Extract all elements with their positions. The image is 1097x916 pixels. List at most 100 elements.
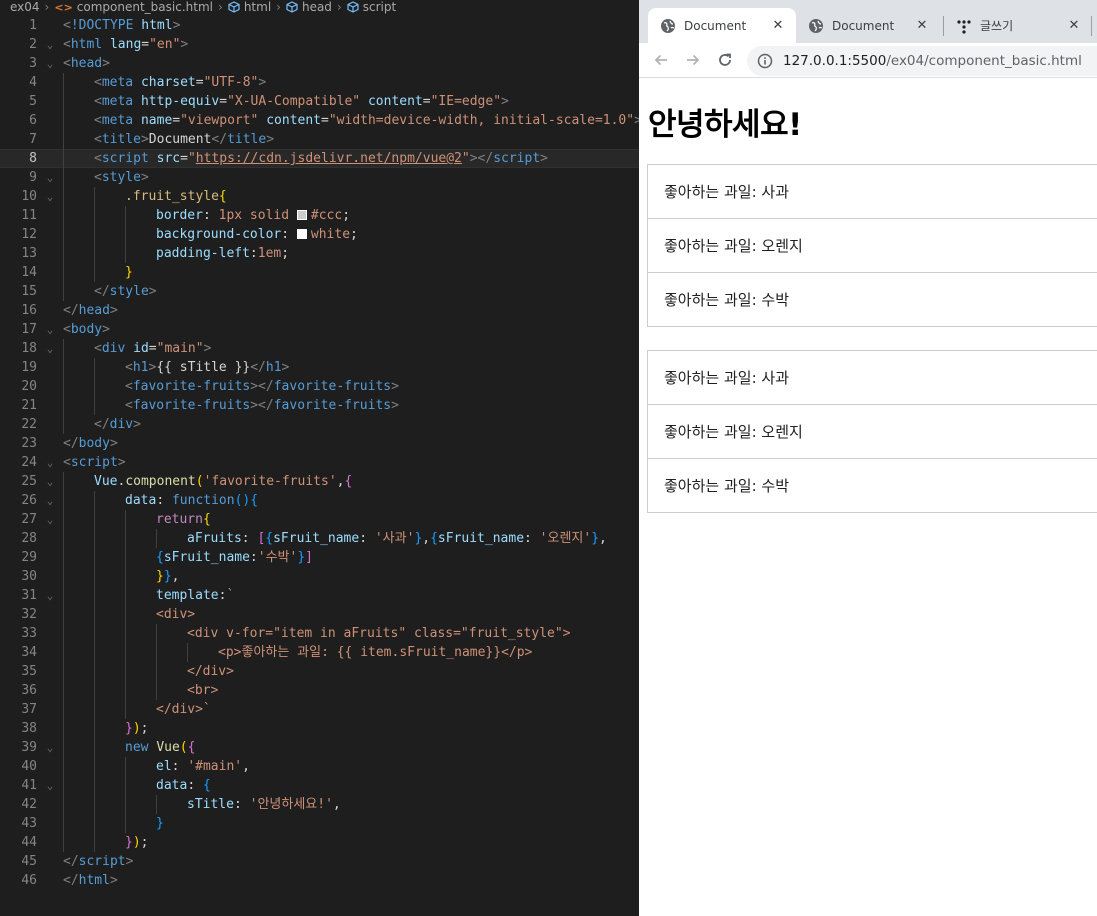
code-line[interactable]: 45 </script>: [0, 852, 639, 871]
color-swatch[interactable]: [296, 210, 307, 220]
code-line[interactable]: 12 background-color: white;: [0, 225, 639, 244]
info-icon[interactable]: [757, 53, 773, 69]
code-line[interactable]: 29 {sFruit_name:'수박'}]: [0, 548, 639, 567]
code-line[interactable]: 20 <favorite-fruits></favorite-fruits>: [0, 377, 639, 396]
code-line[interactable]: 39 ⌄ new Vue({: [0, 738, 639, 757]
line-number: 21: [21, 398, 37, 413]
color-swatch[interactable]: [296, 229, 307, 239]
code-line[interactable]: 46 </html>: [0, 871, 639, 890]
indent-guide: [94, 206, 95, 225]
code-line[interactable]: 14}: [0, 263, 639, 282]
fold-chevron-icon[interactable]: ⌄: [44, 472, 56, 491]
line-number: 44: [21, 835, 37, 850]
code-line[interactable]: 3 ⌄ <head>: [0, 54, 639, 73]
line-number: 24: [21, 455, 37, 470]
code-token: ,: [171, 569, 180, 584]
forward-button[interactable]: [677, 46, 709, 74]
code-line[interactable]: 25 ⌄ Vue.component('favorite-fruits',{: [0, 472, 639, 491]
fold-chevron-icon[interactable]: ⌄: [44, 491, 56, 510]
code-line[interactable]: 41 ⌄ data: {: [0, 776, 639, 795]
code-line[interactable]: 4 <meta charset="UTF-8">: [0, 73, 639, 92]
line-number: 33: [21, 626, 37, 641]
code-line[interactable]: 43}: [0, 814, 639, 833]
tab-title: 글쓰기: [980, 19, 1014, 33]
reload-button[interactable]: [709, 46, 741, 74]
symbol-element-icon: [286, 1, 298, 13]
tab-close-icon[interactable]: ✕: [914, 18, 930, 33]
breadcrumb-head[interactable]: head: [302, 0, 332, 14]
indent-guide: [125, 567, 126, 586]
code-line[interactable]: 22 </div>: [0, 415, 639, 434]
tab-close-icon[interactable]: ✕: [770, 18, 786, 33]
fold-chevron-icon[interactable]: ⌄: [44, 339, 56, 358]
code-line[interactable]: 13 padding-left:1em;: [0, 244, 639, 263]
indent-guide: [187, 643, 188, 662]
code-line[interactable]: 6 <meta name="viewport" content="width=de…: [0, 111, 639, 130]
code-line[interactable]: 37 </div>`: [0, 700, 639, 719]
back-button[interactable]: [645, 46, 677, 74]
code-line[interactable]: 40 el: '#main',: [0, 757, 639, 776]
code-line[interactable]: 18 ⌄ <div id="main">: [0, 339, 639, 358]
code-line[interactable]: 30}},: [0, 567, 639, 586]
code-area[interactable]: 1 <!DOCTYPE html> 2 ⌄ <html lang="en"> 3 ⌄ <hea…: [0, 16, 639, 890]
fold-chevron-icon[interactable]: ⌄: [44, 738, 56, 757]
code-line[interactable]: 26 ⌄ data: function(){: [0, 491, 639, 510]
code-line[interactable]: 19 <h1>{{ sTitle }}</h1>: [0, 358, 639, 377]
address-bar[interactable]: 127.0.0.1:5500/ex04/component_basic.html: [747, 46, 1097, 76]
browser-tab-active[interactable]: Document ✕: [648, 8, 796, 43]
code-line[interactable]: 23 </body>: [0, 434, 639, 453]
code-line[interactable]: 38});: [0, 719, 639, 738]
fold-chevron-icon[interactable]: ⌄: [44, 35, 56, 54]
code-line[interactable]: 33 <div v-for="item in aFruits" class="fr…: [0, 624, 639, 643]
code-token: </div>`: [156, 702, 211, 717]
indent-guide: [94, 510, 95, 529]
code-line[interactable]: 35 </div>: [0, 662, 639, 681]
fold-chevron-icon[interactable]: ⌄: [44, 586, 56, 605]
code-token: {: [430, 531, 438, 546]
code-line[interactable]: 21 <favorite-fruits></favorite-fruits>: [0, 396, 639, 415]
code-token: >: [109, 303, 118, 318]
line-number: 45: [21, 854, 37, 869]
code-line[interactable]: 8 <script src="https://cdn.jsdelivr.net/n…: [0, 149, 639, 168]
code-line[interactable]: 10 ⌄ .fruit_style{: [0, 187, 639, 206]
line-number: 2: [29, 37, 37, 52]
fold-chevron-icon[interactable]: ⌄: [44, 320, 56, 339]
fold-chevron-icon[interactable]: ⌄: [44, 453, 56, 472]
breadcrumb-html[interactable]: html: [244, 0, 271, 14]
browser-tab[interactable]: Document ✕: [796, 8, 938, 43]
code-line[interactable]: 24 ⌄ <script>: [0, 453, 639, 472]
breadcrumb-script[interactable]: script: [363, 0, 396, 14]
fold-chevron-icon[interactable]: ⌄: [44, 510, 56, 529]
code-line[interactable]: 5 <meta http-equiv="X-UA-Compatible" cont…: [0, 92, 639, 111]
breadcrumb-file[interactable]: component_basic.html: [77, 0, 213, 14]
code-line[interactable]: 17 ⌄ <body>: [0, 320, 639, 339]
code-editor[interactable]: ex04 › <> component_basic.html › html › …: [0, 0, 639, 916]
breadcrumb-folder[interactable]: ex04: [10, 0, 40, 14]
fold-chevron-icon[interactable]: ⌄: [44, 168, 56, 187]
code-line[interactable]: 15 </style>: [0, 282, 639, 301]
fold-chevron-icon[interactable]: ⌄: [44, 776, 56, 795]
code-line[interactable]: 32 <div>: [0, 605, 639, 624]
code-line[interactable]: 44});: [0, 833, 639, 852]
code-line[interactable]: 16 </head>: [0, 301, 639, 320]
code-line[interactable]: 27 ⌄ return{: [0, 510, 639, 529]
fold-chevron-icon[interactable]: ⌄: [44, 187, 56, 206]
code-line[interactable]: 1 <!DOCTYPE html>: [0, 16, 639, 35]
code-line[interactable]: 11 border: 1px solid #ccc;: [0, 206, 639, 225]
code-token: '사과': [374, 531, 415, 546]
code-token: <: [94, 75, 102, 90]
indent-guide: [63, 738, 64, 757]
code-line[interactable]: 28 aFruits: [{sFruit_name: '사과'},{sFruit_…: [0, 529, 639, 548]
code-line[interactable]: 2 ⌄ <html lang="en">: [0, 35, 639, 54]
code-line[interactable]: 9 ⌄ <style>: [0, 168, 639, 187]
browser-tab[interactable]: 글쓰기 ✕: [947, 8, 1090, 43]
fold-chevron-icon[interactable]: ⌄: [44, 54, 56, 73]
code-line[interactable]: 7 <title>Document</title>: [0, 130, 639, 149]
code-line[interactable]: 31 ⌄ template:`: [0, 586, 639, 605]
code-line[interactable]: 42 sTitle: '안녕하세요!',: [0, 795, 639, 814]
tab-close-icon[interactable]: ✕: [1066, 18, 1082, 33]
code-line[interactable]: 34 <p>좋아하는 과일: {{ item.sFruit_name}}</p>: [0, 643, 639, 662]
indent-guide: [125, 586, 126, 605]
indent-guide: [156, 681, 157, 700]
code-line[interactable]: 36 <br>: [0, 681, 639, 700]
